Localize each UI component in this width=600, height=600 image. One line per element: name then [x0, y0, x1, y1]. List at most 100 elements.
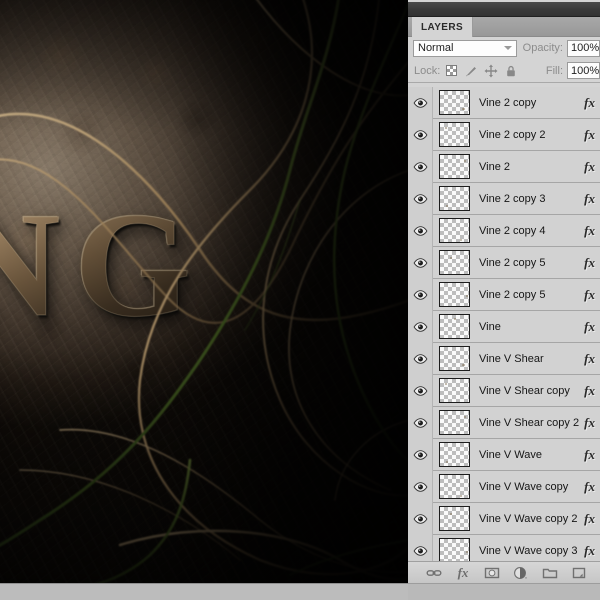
opacity-input[interactable]: 100%	[567, 39, 600, 57]
layer-style-fx-icon[interactable]: fx	[455, 565, 471, 581]
layer-thumbnail[interactable]	[439, 410, 470, 435]
layer-thumbnail[interactable]	[439, 90, 470, 115]
layer-visibility-toggle[interactable]	[408, 246, 433, 279]
layer-effects-badge[interactable]: fx	[584, 255, 595, 271]
layer-effects-badge[interactable]: fx	[584, 95, 595, 111]
layer-thumbnail[interactable]	[439, 314, 470, 339]
layer-thumbnail[interactable]	[439, 218, 470, 243]
layer-name: Vine V Wave copy 3	[479, 544, 578, 557]
layer-effects-badge[interactable]: fx	[584, 543, 595, 559]
layer-effects-badge[interactable]: fx	[584, 191, 595, 207]
thumbnail-content-mark	[464, 416, 466, 418]
layer-effects-badge[interactable]: fx	[584, 159, 595, 175]
layer-visibility-toggle[interactable]	[408, 182, 433, 215]
layer-thumbnail[interactable]	[439, 378, 470, 403]
image-canvas[interactable]: NG NG NG	[0, 0, 410, 600]
layer-thumbnail[interactable]	[439, 250, 470, 275]
layer-row[interactable]: Vine fx	[408, 310, 600, 343]
layer-row[interactable]: Vine 2 copy 2 fx	[408, 118, 600, 151]
thumbnail-content-mark	[446, 461, 448, 463]
layer-visibility-toggle[interactable]	[408, 278, 433, 311]
layer-row[interactable]: Vine 2 fx	[408, 150, 600, 183]
layer-thumbnail[interactable]	[439, 506, 470, 531]
transparency-lock-icon[interactable]	[446, 65, 458, 76]
blend-mode-select[interactable]: Normal	[413, 39, 517, 57]
fill-input[interactable]: 100%	[567, 62, 600, 79]
position-lock-icon[interactable]	[484, 64, 498, 78]
layer-effects-badge[interactable]: fx	[584, 127, 595, 143]
layer-row[interactable]: Vine V Shear fx	[408, 342, 600, 375]
layer-thumbnail[interactable]	[439, 122, 470, 147]
panel-tab-strip: LAYERS	[408, 17, 600, 37]
link-layers-icon[interactable]	[426, 565, 442, 581]
layer-visibility-toggle[interactable]	[408, 374, 433, 407]
new-adjustment-layer-icon[interactable]	[513, 565, 529, 581]
blend-mode-row: Normal Opacity: 100%	[408, 37, 600, 59]
thumbnail-content-mark	[450, 513, 452, 515]
layer-thumbnail[interactable]	[439, 282, 470, 307]
layer-thumbnail[interactable]	[439, 442, 470, 467]
thumbnail-content-mark	[445, 127, 447, 129]
eye-icon	[413, 257, 427, 268]
eye-icon	[413, 225, 427, 236]
chevron-down-icon[interactable]	[503, 46, 512, 50]
layer-visibility-toggle[interactable]	[408, 87, 433, 119]
thumbnail-content-mark	[466, 551, 468, 553]
layer-row[interactable]: Vine V Shear copy fx	[408, 374, 600, 407]
thumbnail-content-mark	[462, 108, 465, 110]
layer-name: Vine 2	[479, 160, 510, 173]
layer-name: Vine V Wave	[479, 448, 542, 461]
layer-row[interactable]: Vine 2 copy 5 fx	[408, 246, 600, 279]
layer-row[interactable]: Vine V Wave copy 3 fx	[408, 534, 600, 561]
layer-row[interactable]: Vine 2 copy 4 fx	[408, 214, 600, 247]
all-lock-icon[interactable]	[504, 64, 517, 77]
layer-name: Vine V Shear copy 2	[479, 416, 580, 429]
layer-name: Vine V Shear	[479, 352, 544, 365]
add-layer-mask-icon[interactable]	[484, 565, 500, 581]
layer-list[interactable]: Vine 2 copy fx Vine 2 copy 2 fx Vine 2 fx Vine…	[408, 87, 600, 561]
layer-thumbnail[interactable]	[439, 346, 470, 371]
layer-visibility-toggle[interactable]	[408, 438, 433, 471]
layer-visibility-toggle[interactable]	[408, 342, 433, 375]
layer-thumbnail[interactable]	[439, 154, 470, 179]
layers-panel[interactable]: LAYERS Normal Opacity: 100% Lock: Fill: …	[408, 0, 600, 600]
eye-icon	[413, 161, 427, 172]
layer-visibility-toggle[interactable]	[408, 534, 433, 561]
layer-effects-badge[interactable]: fx	[584, 479, 595, 495]
thumbnail-content-mark	[460, 495, 462, 497]
layer-visibility-toggle[interactable]	[408, 214, 433, 247]
thumbnail-content-mark	[446, 205, 448, 207]
eye-icon	[413, 417, 427, 428]
layer-row[interactable]: Vine 2 copy fx	[408, 87, 600, 119]
panel-title-bar[interactable]	[408, 2, 600, 17]
layer-visibility-toggle[interactable]	[408, 150, 433, 183]
fill-label: Fill:	[545, 64, 563, 77]
layer-row[interactable]: Vine 2 copy 3 fx	[408, 182, 600, 215]
layer-effects-badge[interactable]: fx	[584, 511, 595, 527]
pixels-lock-icon[interactable]	[464, 64, 477, 77]
layer-visibility-toggle[interactable]	[408, 470, 433, 503]
layer-effects-badge[interactable]: fx	[584, 351, 595, 367]
layer-row[interactable]: Vine V Wave copy fx	[408, 470, 600, 503]
new-group-icon[interactable]	[542, 565, 558, 581]
tab-layers[interactable]: LAYERS	[412, 17, 474, 37]
layer-effects-badge[interactable]: fx	[584, 383, 595, 399]
layer-effects-badge[interactable]: fx	[584, 415, 595, 431]
layer-visibility-toggle[interactable]	[408, 406, 433, 439]
layer-visibility-toggle[interactable]	[408, 502, 433, 535]
layer-effects-badge[interactable]: fx	[584, 319, 595, 335]
layer-effects-badge[interactable]: fx	[584, 447, 595, 463]
layer-row[interactable]: Vine V Wave copy 2 fx	[408, 502, 600, 535]
layer-name: Vine	[479, 320, 501, 333]
layer-visibility-toggle[interactable]	[408, 118, 433, 151]
layer-row[interactable]: Vine V Shear copy 2 fx	[408, 406, 600, 439]
new-layer-icon[interactable]	[571, 565, 587, 581]
layer-effects-badge[interactable]: fx	[584, 223, 595, 239]
layer-effects-badge[interactable]: fx	[584, 287, 595, 303]
layer-row[interactable]: Vine V Wave fx	[408, 438, 600, 471]
layer-thumbnail[interactable]	[439, 538, 470, 561]
layer-thumbnail[interactable]	[439, 474, 470, 499]
layer-row[interactable]: Vine 2 copy 5 fx	[408, 278, 600, 311]
layer-thumbnail[interactable]	[439, 186, 470, 211]
layer-visibility-toggle[interactable]	[408, 310, 433, 343]
